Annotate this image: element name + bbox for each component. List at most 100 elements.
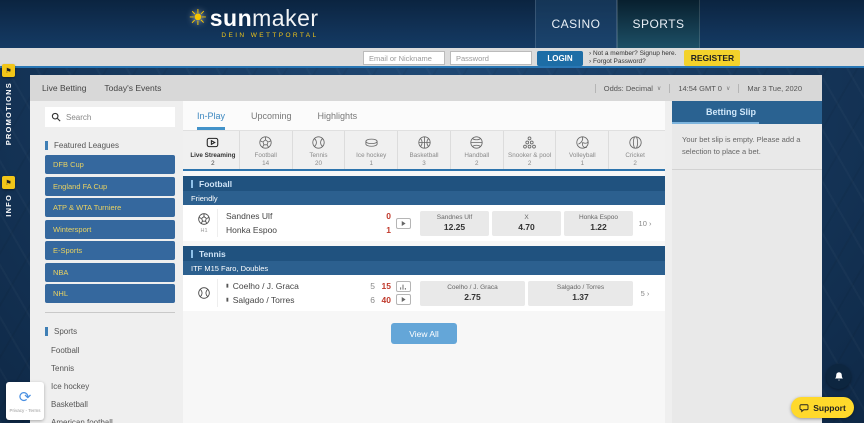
timezone-dropdown[interactable]: 14:54 GMT 0 ∨ — [669, 84, 738, 93]
login-button[interactable]: LOGIN — [537, 51, 583, 66]
carousel-snooker-pool[interactable]: Snooker & pool2 — [504, 131, 557, 169]
sidebar-item-american-football[interactable]: American football — [45, 413, 175, 423]
tab-casino[interactable]: CASINO — [535, 0, 617, 48]
promotions-side-tab[interactable]: ⚑ PROMOTIONS — [2, 64, 15, 145]
betting-slip-header[interactable]: Betting Slip — [672, 101, 822, 124]
set-score-column: 5 6 — [363, 279, 375, 307]
carousel-handball[interactable]: Handball2 — [451, 131, 504, 169]
home-team: ▮ Coelho / J. Graca — [226, 279, 363, 293]
tennis-icon — [311, 135, 326, 150]
tennis-icon — [197, 286, 211, 300]
section-header-tennis: Tennis — [183, 246, 665, 261]
nav-todays-events[interactable]: Today's Events — [104, 83, 161, 93]
league-header-friendly: Friendly — [183, 191, 665, 205]
forgot-password-link[interactable]: › Forgot Password? — [589, 58, 676, 66]
sunburst-icon: ☀ — [188, 5, 208, 31]
search-input[interactable]: Search — [45, 107, 175, 127]
nav-live-betting[interactable]: Live Betting — [42, 83, 86, 93]
more-markets-link[interactable]: 10 › — [633, 219, 657, 228]
game-score-column: 15 40 — [375, 279, 391, 307]
live-stream-button[interactable] — [396, 218, 411, 229]
sidebar: Search Featured Leagues DFB Cup England … — [45, 101, 175, 423]
home-team: Sandnes Ulf — [226, 209, 375, 223]
carousel-cricket[interactable]: Cricket2 — [609, 131, 661, 169]
handball-icon — [469, 135, 484, 150]
carousel-tennis[interactable]: Tennis20 — [293, 131, 346, 169]
top-header: ☀ sunmaker DEIN WETTPORTAL CASINO SPORTS — [0, 0, 864, 48]
sidebar-item-tennis[interactable]: Tennis — [45, 359, 175, 377]
event-tabs: In-Play Upcoming Highlights — [183, 101, 665, 131]
sidebar-item-ice-hockey[interactable]: Ice hockey — [45, 377, 175, 395]
login-bar: LOGIN › Not a member? Signup here. › For… — [0, 48, 864, 68]
betting-slip-panel: Betting Slip Your bet slip is empty. Ple… — [672, 101, 822, 423]
email-field[interactable] — [363, 51, 445, 65]
tab-in-play[interactable]: In-Play — [197, 101, 225, 130]
odds-home-button[interactable]: Coelho / J. Graca 2.75 — [420, 281, 525, 306]
promotions-label: PROMOTIONS — [4, 82, 13, 145]
info-label: INFO — [4, 194, 13, 217]
tab-sports[interactable]: SPORTS — [617, 0, 700, 48]
serve-indicator-icon: ▮ — [226, 279, 229, 293]
recaptcha-badge[interactable]: ⟳ Privacy - Terms — [6, 382, 44, 420]
sidebar-item-nba[interactable]: NBA — [45, 263, 175, 282]
password-field[interactable] — [450, 51, 532, 65]
info-flag-icon: ⚑ — [2, 176, 15, 189]
more-markets-link[interactable]: 5 › — [633, 289, 657, 298]
brand-tagline: DEIN WETTPORTAL — [210, 32, 319, 39]
sidebar-item-dfb-cup[interactable]: DFB Cup — [45, 155, 175, 174]
chevron-down-icon: ∨ — [657, 85, 661, 92]
sidebar-item-nhl[interactable]: NHL — [45, 284, 175, 303]
odds-home-button[interactable]: Sandnes Ulf 12.25 — [420, 211, 489, 236]
betslip-empty-message: Your bet slip is empty. Please add a sel… — [672, 124, 822, 170]
logo[interactable]: ☀ sunmaker DEIN WETTPORTAL — [188, 5, 319, 39]
signup-link[interactable]: › Not a member? Signup here. — [589, 50, 676, 58]
basketball-icon — [417, 135, 432, 150]
sub-navigation: Live Betting Today's Events Odds: Decima… — [30, 75, 822, 101]
odds-format-dropdown[interactable]: Odds: Decimal ∨ — [595, 84, 670, 93]
bell-icon — [833, 371, 845, 383]
stats-button[interactable] — [396, 281, 411, 292]
chat-bubble-icon — [799, 403, 809, 413]
football-icon — [258, 135, 273, 150]
view-all-button[interactable]: View All — [391, 323, 457, 344]
tab-highlights[interactable]: Highlights — [318, 101, 358, 130]
snooker-icon — [522, 135, 537, 150]
notifications-button[interactable] — [826, 364, 851, 389]
carousel-ice-hockey[interactable]: Ice hockey1 — [345, 131, 398, 169]
featured-leagues-title: Featured Leagues — [45, 141, 175, 150]
match-row-tennis[interactable]: ▮ Coelho / J. Graca ▮ Salgado / Torres 5… — [183, 275, 665, 311]
sidebar-item-football[interactable]: Football — [45, 341, 175, 359]
serve-indicator-icon: ▮ — [226, 293, 229, 307]
sidebar-item-e-sports[interactable]: E-Sports — [45, 241, 175, 260]
odds-away-button[interactable]: Salgado / Torres 1.37 — [528, 281, 633, 306]
sports-title: Sports — [45, 327, 175, 336]
section-header-football: Football — [183, 176, 665, 191]
match-row-football[interactable]: H1 Sandnes Ulf Honka Espoo 0 1 Sandnes U… — [183, 205, 665, 241]
info-side-tab[interactable]: ⚑ INFO — [2, 176, 15, 217]
promotions-flag-icon: ⚑ — [2, 64, 15, 77]
carousel-basketball[interactable]: Basketball3 — [398, 131, 451, 169]
sport-carousel: Live Streaming2 Football14 Tennis20 Ice … — [183, 131, 665, 171]
league-header-itf: ITF M15 Faro, Doubles — [183, 261, 665, 275]
tab-upcoming[interactable]: Upcoming — [251, 101, 292, 130]
search-placeholder: Search — [66, 113, 91, 122]
match-time: H1 — [200, 228, 207, 234]
sidebar-item-basketball[interactable]: Basketball — [45, 395, 175, 413]
away-team: Honka Espoo — [226, 223, 375, 237]
live-stream-button[interactable] — [396, 294, 411, 305]
odds-away-button[interactable]: Honka Espoo 1.22 — [564, 211, 633, 236]
carousel-live-streaming[interactable]: Live Streaming2 — [187, 131, 240, 169]
carousel-volleyball[interactable]: Volleyball1 — [556, 131, 609, 169]
sidebar-item-england-fa-cup[interactable]: England FA Cup — [45, 177, 175, 196]
live-streaming-icon — [205, 135, 220, 150]
sidebar-divider — [45, 312, 175, 313]
register-button[interactable]: REGISTER — [684, 50, 740, 66]
carousel-football[interactable]: Football14 — [240, 131, 293, 169]
sidebar-item-wintersport[interactable]: Wintersport — [45, 220, 175, 239]
score-column: 0 1 — [375, 209, 391, 237]
content-wrapper: Live Betting Today's Events Odds: Decima… — [30, 75, 822, 423]
support-button[interactable]: Support — [791, 397, 854, 418]
recaptcha-label: Privacy - Terms — [10, 408, 41, 413]
sidebar-item-atp-wta-turniere[interactable]: ATP & WTA Turniere — [45, 198, 175, 217]
odds-draw-button[interactable]: X 4.70 — [492, 211, 561, 236]
